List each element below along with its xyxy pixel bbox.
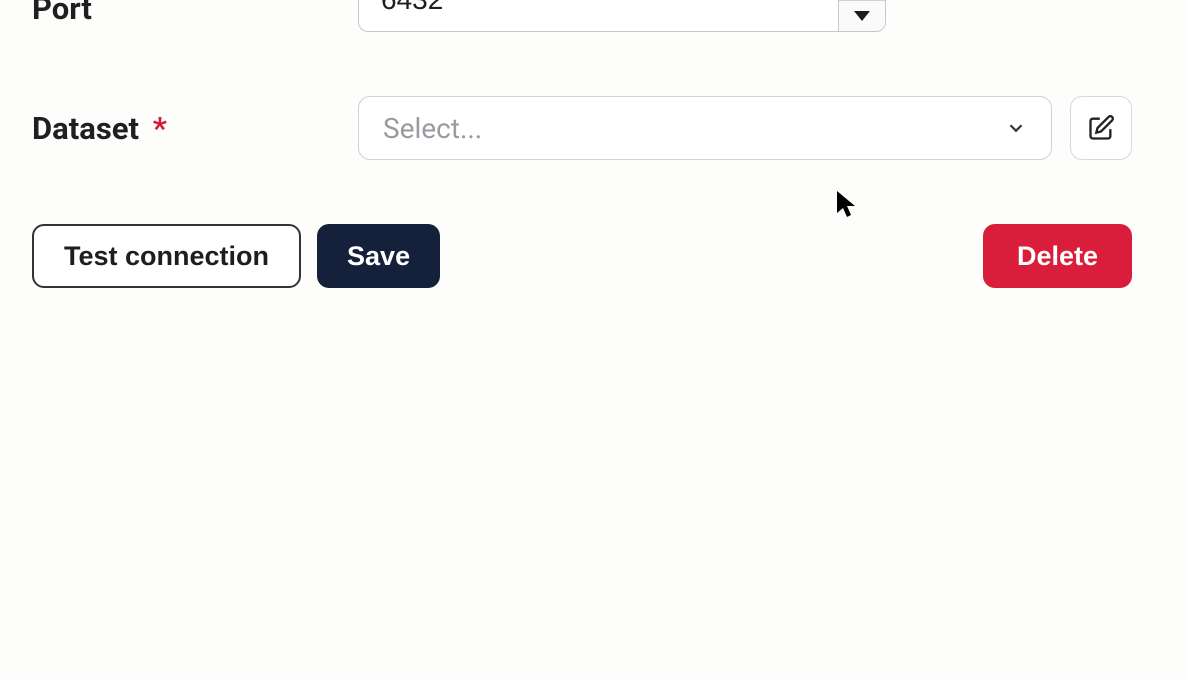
port-row: Port: [32, 0, 1156, 32]
required-indicator: *: [153, 110, 167, 147]
test-connection-button[interactable]: Test connection: [32, 224, 301, 288]
port-spinner: [838, 0, 886, 32]
port-input-group: [358, 0, 886, 32]
dataset-edit-button[interactable]: [1070, 96, 1132, 160]
port-input[interactable]: [358, 0, 838, 32]
save-button[interactable]: Save: [317, 224, 440, 288]
dataset-placeholder: Select...: [383, 112, 1005, 145]
action-buttons: Test connection Save Delete: [0, 224, 1164, 288]
pencil-square-icon: [1087, 114, 1115, 142]
dataset-select[interactable]: Select...: [358, 96, 1052, 160]
dataset-row: Dataset * Select...: [32, 96, 1156, 160]
caret-down-icon: [854, 11, 870, 21]
dataset-label: Dataset *: [32, 110, 358, 147]
delete-button[interactable]: Delete: [983, 224, 1132, 288]
chevron-down-icon: [1005, 117, 1027, 139]
port-step-down[interactable]: [839, 1, 885, 32]
port-label: Port: [32, 0, 358, 27]
